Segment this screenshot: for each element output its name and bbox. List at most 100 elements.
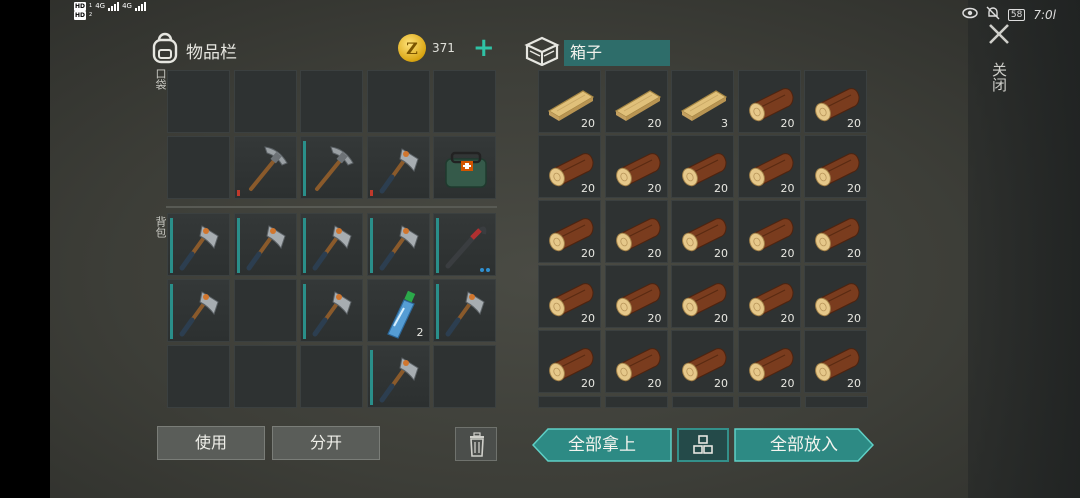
backpack-slot[interactable] xyxy=(300,345,363,408)
chest-slot[interactable]: 20 xyxy=(671,135,734,198)
chest-slot[interactable]: 3 xyxy=(671,70,734,133)
chest-title: 箱子 xyxy=(564,40,670,66)
chest-slot[interactable]: 20 xyxy=(804,70,867,133)
backpack-slot[interactable] xyxy=(433,279,496,342)
pickaxe-icon xyxy=(248,146,288,191)
hd-badge-1: HD xyxy=(74,2,87,11)
close-button[interactable] xyxy=(987,22,1011,46)
hatchet-icon xyxy=(312,225,352,271)
chest-slot[interactable]: 20 xyxy=(737,200,801,263)
item-quantity: 20 xyxy=(647,182,662,195)
backpack-slot[interactable] xyxy=(167,279,230,342)
backpack-icon xyxy=(150,32,180,69)
chest-slot[interactable]: 20 xyxy=(604,200,668,263)
mute-bell-icon xyxy=(986,6,1000,23)
sort-button[interactable] xyxy=(677,428,729,462)
backpack-slot[interactable] xyxy=(167,345,230,408)
hatchet-icon xyxy=(379,148,419,194)
use-button[interactable]: 使用 xyxy=(157,426,265,460)
backpack-slot[interactable] xyxy=(433,213,496,276)
chest-slot[interactable]: 20 xyxy=(538,200,601,263)
coin-count: 371 xyxy=(432,41,455,55)
chest-slot[interactable]: 20 xyxy=(604,330,668,393)
item-quantity: 20 xyxy=(847,312,861,325)
hatchet-icon xyxy=(246,225,286,271)
durability-bar xyxy=(170,218,173,273)
pocket-slot[interactable] xyxy=(366,136,430,199)
chest-slot[interactable]: 20 xyxy=(538,135,601,198)
chest-slot[interactable]: 20 xyxy=(604,265,668,328)
backpack-slot[interactable] xyxy=(167,213,230,276)
backpack-slot[interactable] xyxy=(366,213,430,276)
pocket-section-label: 口袋 xyxy=(154,68,167,90)
trash-icon xyxy=(470,432,484,457)
close-icon xyxy=(989,24,1009,44)
take-all-label: 全部拿上 xyxy=(568,435,636,455)
hatchet-icon xyxy=(379,225,419,271)
pocket-slot[interactable] xyxy=(233,136,297,199)
section-divider xyxy=(166,206,497,208)
backpack-slot[interactable] xyxy=(366,345,430,408)
hatchet-icon xyxy=(445,291,485,337)
chest-slot[interactable]: 20 xyxy=(538,265,601,328)
put-all-label: 全部放入 xyxy=(770,435,838,455)
split-button[interactable]: 分开 xyxy=(272,426,380,460)
sim-index-1: 1 xyxy=(89,3,93,9)
item-quantity: 20 xyxy=(847,377,861,390)
chest-slot[interactable]: 20 xyxy=(737,265,801,328)
backpack-slot[interactable] xyxy=(233,345,297,408)
chest-slot[interactable]: 20 xyxy=(538,330,601,393)
item-quantity: 20 xyxy=(581,247,595,260)
durability-bar xyxy=(303,218,306,273)
pocket-slot[interactable] xyxy=(167,136,230,199)
item-quantity: 20 xyxy=(780,182,795,195)
inventory-title: 物品栏 xyxy=(186,43,237,63)
chest-slot[interactable]: 20 xyxy=(804,330,867,393)
item-quantity: 20 xyxy=(581,377,595,390)
chest-slot[interactable]: 20 xyxy=(604,70,668,133)
pocket-slot[interactable] xyxy=(433,136,496,199)
item-quantity: 20 xyxy=(714,377,728,390)
chest-slot[interactable]: 20 xyxy=(604,135,668,198)
inventory-header: 物品栏 xyxy=(150,32,237,69)
item-quantity: 20 xyxy=(780,247,795,260)
chest-slot[interactable]: 20 xyxy=(671,265,734,328)
trash-button[interactable] xyxy=(455,427,497,461)
chest-scroll-hint[interactable] xyxy=(538,396,868,408)
pocket-slot[interactable] xyxy=(366,70,430,133)
chest-slot[interactable]: 20 xyxy=(671,330,734,393)
backpack-slot[interactable] xyxy=(233,213,297,276)
crate-icon xyxy=(524,36,560,70)
put-all-button[interactable]: 全部放入 xyxy=(734,428,874,462)
chest-slot[interactable]: 20 xyxy=(737,70,801,133)
close-label[interactable]: 关闭 xyxy=(989,62,1010,92)
hd-badge-2: HD xyxy=(74,11,87,20)
network-type-2: 4G xyxy=(122,2,132,10)
add-coins-button[interactable]: + xyxy=(473,35,495,61)
chest-slot[interactable]: 20 xyxy=(737,135,801,198)
backpack-slot[interactable] xyxy=(300,279,363,342)
durability-bar xyxy=(236,218,240,273)
take-all-button[interactable]: 全部拿上 xyxy=(532,428,672,462)
item-quantity: 20 xyxy=(581,117,595,130)
item-quantity: 3 xyxy=(721,117,728,130)
chest-slot[interactable]: 20 xyxy=(538,70,601,133)
pocket-slot[interactable] xyxy=(167,70,230,133)
medkit-bag-icon xyxy=(445,151,487,188)
chest-slot[interactable]: 20 xyxy=(804,135,867,198)
backpack-slot[interactable]: 2 xyxy=(366,279,430,342)
item-quantity: 20 xyxy=(714,247,728,260)
chest-slot[interactable]: 20 xyxy=(804,200,867,263)
chest-slot[interactable]: 20 xyxy=(671,200,734,263)
durability-bar xyxy=(369,218,373,273)
pocket-slot[interactable] xyxy=(300,70,363,133)
backpack-slot[interactable] xyxy=(300,213,363,276)
pocket-slot[interactable] xyxy=(233,70,297,133)
pocket-slot[interactable] xyxy=(300,136,363,199)
backpack-slot[interactable] xyxy=(233,279,297,342)
item-quantity: 2 xyxy=(416,326,424,339)
chest-slot[interactable]: 20 xyxy=(804,265,867,328)
chest-slot[interactable]: 20 xyxy=(737,330,801,393)
backpack-slot[interactable] xyxy=(433,345,496,408)
pocket-slot[interactable] xyxy=(433,70,496,133)
